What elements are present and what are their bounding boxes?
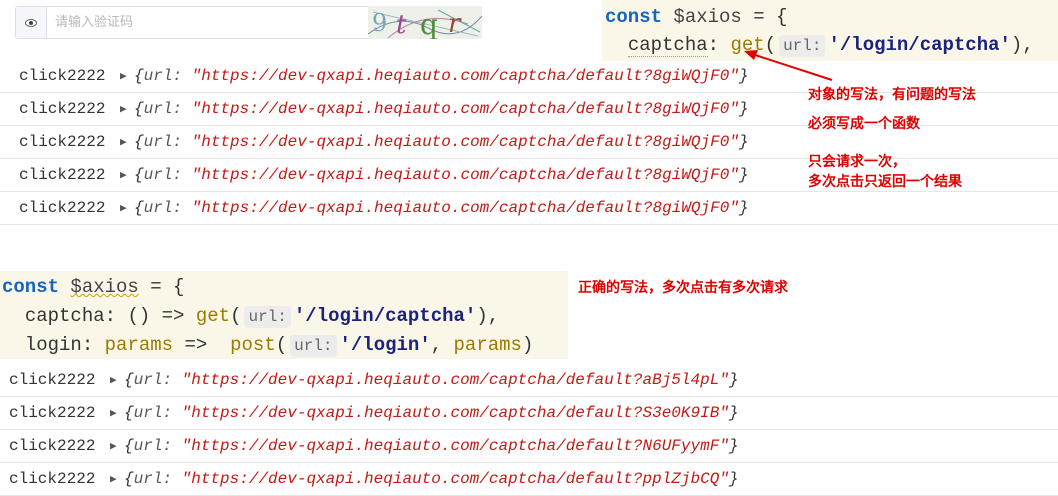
expand-triangle-icon[interactable]: ▶ [110, 472, 124, 486]
code-line-1: const $axios = { [2, 276, 185, 298]
url-value: "https://dev-qxapi.heqiauto.com/captcha/… [181, 404, 729, 422]
console-row[interactable]: click2222 ▶ {url: "https://dev-qxapi.heqia… [0, 192, 1058, 225]
captcha-char-4: r [448, 9, 462, 39]
captcha-char-1: 9 [372, 9, 387, 37]
log-label: click2222 [19, 100, 106, 118]
captcha-input[interactable] [47, 7, 368, 38]
console-row[interactable]: click2222 ▶ {url: "https://dev-qxapi.heqia… [0, 364, 1058, 397]
captcha-image[interactable]: 9 t q r [368, 6, 482, 39]
captcha-field [15, 6, 368, 39]
expand-triangle-icon[interactable]: ▶ [120, 168, 134, 182]
console-row[interactable]: click2222 ▶ {url: "https://dev-qxapi.heqia… [0, 430, 1058, 463]
log-label: click2222 [9, 371, 96, 389]
note-must-be-function: 必须写成一个函数 [808, 116, 920, 132]
code-line-2: captcha: () => get(url: '/login/captcha')… [24, 305, 500, 328]
expand-triangle-icon[interactable]: ▶ [120, 201, 134, 215]
console-row[interactable]: click2222 ▶ {url: "https://dev-qxapi.heqia… [0, 397, 1058, 430]
url-value: "https://dev-qxapi.heqiauto.com/captcha/… [191, 199, 739, 217]
param-hint: url: [244, 306, 291, 328]
log-label: click2222 [19, 166, 106, 184]
console-output-bottom: click2222 ▶ {url: "https://dev-qxapi.heqia… [0, 364, 1058, 496]
expand-triangle-icon[interactable]: ▶ [120, 102, 134, 116]
log-label: click2222 [9, 470, 96, 488]
log-label: click2222 [19, 67, 106, 85]
expand-triangle-icon[interactable]: ▶ [110, 439, 124, 453]
log-label: click2222 [19, 133, 106, 151]
code-block-function-style: const $axios = { captcha: () => get(url:… [0, 271, 568, 359]
url-value: "https://dev-qxapi.heqiauto.com/captcha/… [191, 100, 739, 118]
expand-triangle-icon[interactable]: ▶ [110, 373, 124, 387]
expand-triangle-icon[interactable]: ▶ [120, 135, 134, 149]
eye-toggle[interactable] [16, 7, 47, 38]
url-value: "https://dev-qxapi.heqiauto.com/captcha/… [181, 470, 729, 488]
code-line-3: login: params => post(url: '/login', para… [24, 334, 534, 357]
note-wrong-style: 对象的写法，有问题的写法 [808, 87, 976, 103]
log-label: click2222 [9, 404, 96, 422]
captcha-char-3: q [420, 8, 438, 39]
note-correct-style: 正确的写法，多次点击有多次请求 [578, 280, 788, 296]
param-hint: url: [290, 335, 337, 357]
annotation-arrow-icon [744, 50, 833, 81]
captcha-char-2: t [396, 10, 407, 39]
eye-icon [25, 18, 37, 27]
expand-triangle-icon[interactable]: ▶ [120, 69, 134, 83]
log-label: click2222 [9, 437, 96, 455]
url-value: "https://dev-qxapi.heqiauto.com/captcha/… [191, 67, 739, 85]
url-value: "https://dev-qxapi.heqiauto.com/captcha/… [191, 166, 739, 184]
url-value: "https://dev-qxapi.heqiauto.com/captcha/… [181, 371, 729, 389]
log-label: click2222 [19, 199, 106, 217]
expand-triangle-icon[interactable]: ▶ [110, 406, 124, 420]
note-single-request: 只会请求一次， 多次点击只返回一个结果 [808, 154, 962, 190]
url-value: "https://dev-qxapi.heqiauto.com/captcha/… [181, 437, 729, 455]
url-value: "https://dev-qxapi.heqiauto.com/captcha/… [191, 133, 739, 151]
console-row[interactable]: click2222 ▶ {url: "https://dev-qxapi.heqia… [0, 463, 1058, 496]
code-line-1: const $axios = { [605, 6, 788, 28]
